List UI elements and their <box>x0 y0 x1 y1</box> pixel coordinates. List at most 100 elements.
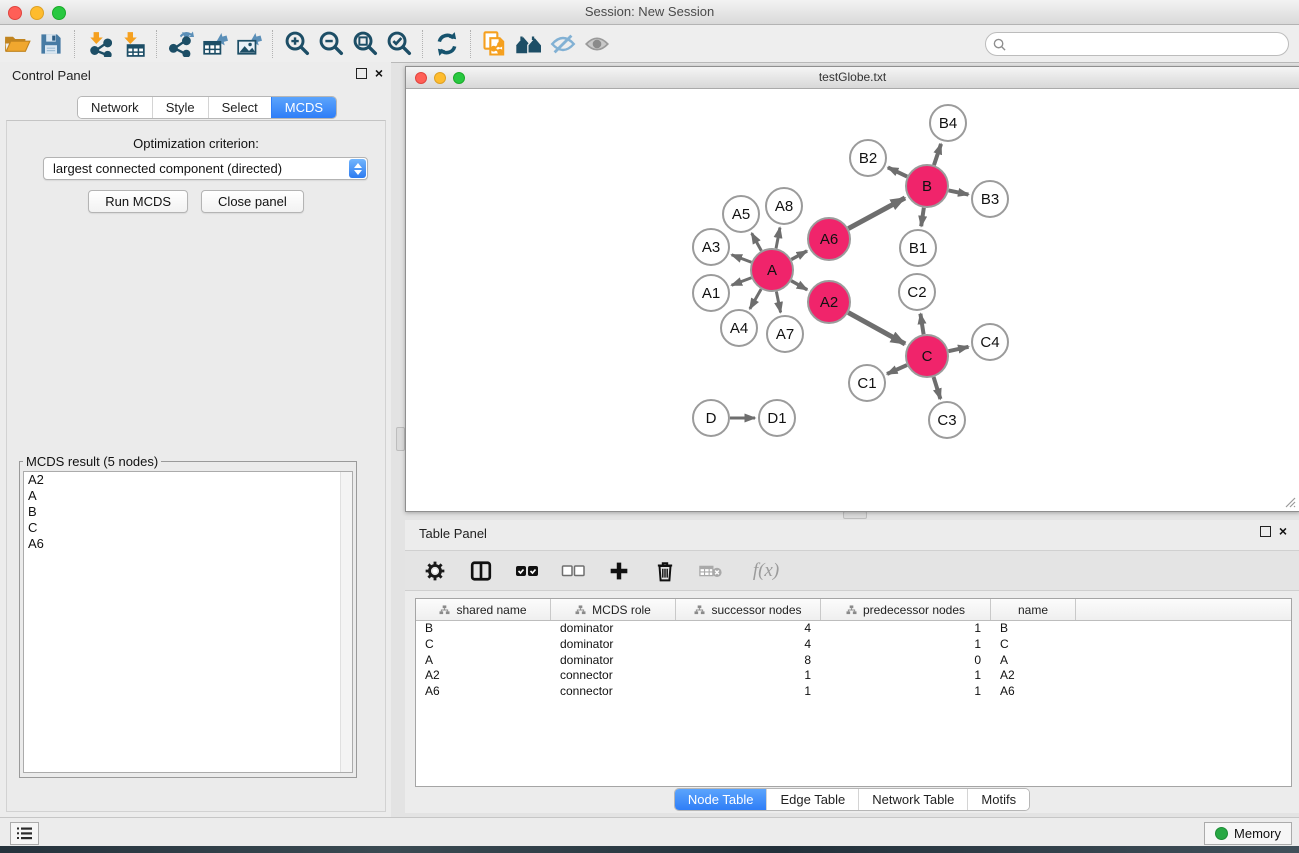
zoom-in-icon[interactable] <box>280 29 314 59</box>
tab-network-table[interactable]: Network Table <box>858 789 967 810</box>
mcds-result-item[interactable]: A6 <box>24 536 352 552</box>
table-cell[interactable]: 1 <box>821 637 991 653</box>
graph-edge-C-C4[interactable] <box>948 347 968 351</box>
save-session-icon[interactable] <box>34 29 68 59</box>
zoom-fit-icon[interactable] <box>348 29 382 59</box>
memory-button[interactable]: Memory <box>1204 822 1292 845</box>
tab-node-table[interactable]: Node Table <box>675 789 767 810</box>
search-field[interactable] <box>985 32 1289 56</box>
graph-edge-A-A2[interactable] <box>791 281 807 290</box>
graph-edge-A-A8[interactable] <box>776 228 780 249</box>
table-row[interactable]: Adominator80A <box>416 653 1291 669</box>
table-row[interactable]: A6connector11A6 <box>416 684 1291 700</box>
resize-grip-icon[interactable] <box>1282 494 1296 508</box>
mcds-result-item[interactable]: B <box>24 504 352 520</box>
unselect-all-columns-icon[interactable] <box>561 559 585 583</box>
tab-style[interactable]: Style <box>152 97 208 118</box>
duplicate-network-icon[interactable] <box>478 29 512 59</box>
import-table-icon[interactable] <box>116 29 150 59</box>
table-cell[interactable]: 4 <box>676 621 821 637</box>
table-cell[interactable]: B <box>416 621 551 637</box>
graph-edge-B-B4[interactable] <box>934 144 941 165</box>
column-header-shared-name[interactable]: shared name <box>416 599 551 620</box>
table-cell[interactable]: 1 <box>676 684 821 700</box>
table-cell[interactable]: dominator <box>551 653 676 669</box>
table-cell[interactable]: B <box>991 621 1076 637</box>
table-cell[interactable]: A6 <box>991 684 1076 700</box>
mcds-result-list[interactable]: A2ABCA6 <box>23 471 353 773</box>
show-columns-icon[interactable] <box>469 559 493 583</box>
table-cell[interactable]: dominator <box>551 637 676 653</box>
graph-edge-C-C1[interactable] <box>887 365 907 374</box>
node-table[interactable]: shared nameMCDS rolesuccessor nodesprede… <box>415 598 1292 787</box>
table-cell[interactable]: A6 <box>416 684 551 700</box>
graph-edge-C-C3[interactable] <box>934 377 941 399</box>
zoom-selected-icon[interactable] <box>382 29 416 59</box>
select-all-columns-icon[interactable] <box>515 559 539 583</box>
task-history-button[interactable] <box>10 822 39 845</box>
graph-edge-A2-C[interactable] <box>848 313 905 344</box>
tab-mcds[interactable]: MCDS <box>271 97 336 118</box>
export-table-icon[interactable] <box>198 29 232 59</box>
table-row[interactable]: A2connector11A2 <box>416 668 1291 684</box>
graph-edge-B-B1[interactable] <box>921 208 924 226</box>
table-cell[interactable]: 0 <box>821 653 991 669</box>
float-table-panel-icon[interactable] <box>1260 526 1271 537</box>
delete-column-trash-icon[interactable] <box>653 559 677 583</box>
graph-edge-A-A3[interactable] <box>732 255 752 262</box>
graph-edge-B-B2[interactable] <box>888 167 907 176</box>
graph-edge-A-A5[interactable] <box>752 233 762 251</box>
open-session-icon[interactable] <box>0 29 34 59</box>
table-cell[interactable]: connector <box>551 684 676 700</box>
graph-edge-C-C2[interactable] <box>920 314 923 335</box>
table-cell[interactable]: 8 <box>676 653 821 669</box>
column-header-predecessor-nodes[interactable]: predecessor nodes <box>821 599 991 620</box>
zoom-out-icon[interactable] <box>314 29 348 59</box>
mcds-result-item[interactable]: A2 <box>24 472 352 488</box>
graph-edge-A-A1[interactable] <box>732 278 752 285</box>
table-row[interactable]: Bdominator41B <box>416 621 1291 637</box>
close-panel-button[interactable]: Close panel <box>201 190 304 213</box>
graph-edge-A6-B[interactable] <box>848 198 905 229</box>
table-cell[interactable]: 1 <box>821 621 991 637</box>
table-cell[interactable]: dominator <box>551 621 676 637</box>
float-panel-icon[interactable] <box>356 68 367 79</box>
table-cell[interactable]: C <box>416 637 551 653</box>
vertical-splitter-grip[interactable] <box>396 427 405 451</box>
close-panel-icon[interactable]: × <box>375 67 383 79</box>
graph-edge-A-A7[interactable] <box>776 292 780 313</box>
table-cell[interactable]: connector <box>551 668 676 684</box>
table-settings-gear-icon[interactable] <box>423 559 447 583</box>
export-network-icon[interactable] <box>164 29 198 59</box>
horizontal-splitter-grip[interactable] <box>843 511 867 519</box>
table-cell[interactable]: C <box>991 637 1076 653</box>
graph-edge-A-A6[interactable] <box>791 251 807 260</box>
column-header-successor-nodes[interactable]: successor nodes <box>676 599 821 620</box>
graph-edge-B-B3[interactable] <box>949 190 969 194</box>
network-window-titlebar[interactable]: testGlobe.txt <box>406 67 1299 89</box>
column-header-MCDS-role[interactable]: MCDS role <box>551 599 676 620</box>
import-network-icon[interactable] <box>82 29 116 59</box>
table-cell[interactable]: A2 <box>991 668 1076 684</box>
optimization-criterion-select[interactable]: largest connected component (directed) <box>43 157 368 180</box>
column-header-name[interactable]: name <box>991 599 1076 620</box>
hide-panel-icon[interactable] <box>546 29 580 59</box>
tab-motifs[interactable]: Motifs <box>967 789 1029 810</box>
table-row[interactable]: Cdominator41C <box>416 637 1291 653</box>
search-input[interactable] <box>1011 34 1288 54</box>
table-cell[interactable]: 4 <box>676 637 821 653</box>
network-canvas[interactable]: B4B2BB3A8A5A6B1A3AA1C2A2A4A7C4CC1C3DD1 <box>407 89 1298 510</box>
tab-edge-table[interactable]: Edge Table <box>766 789 858 810</box>
mcds-result-item[interactable]: A <box>24 488 352 504</box>
table-cell[interactable]: 1 <box>676 668 821 684</box>
table-cell[interactable]: 1 <box>821 668 991 684</box>
table-cell[interactable]: A <box>991 653 1076 669</box>
table-cell[interactable]: A <box>416 653 551 669</box>
table-cell[interactable]: 1 <box>821 684 991 700</box>
show-eye-icon[interactable] <box>580 29 614 59</box>
close-table-panel-icon[interactable]: × <box>1279 525 1287 537</box>
create-column-plus-icon[interactable] <box>607 559 631 583</box>
tab-select[interactable]: Select <box>208 97 271 118</box>
mcds-result-item[interactable]: C <box>24 520 352 536</box>
scrollbar-track[interactable] <box>340 472 352 772</box>
